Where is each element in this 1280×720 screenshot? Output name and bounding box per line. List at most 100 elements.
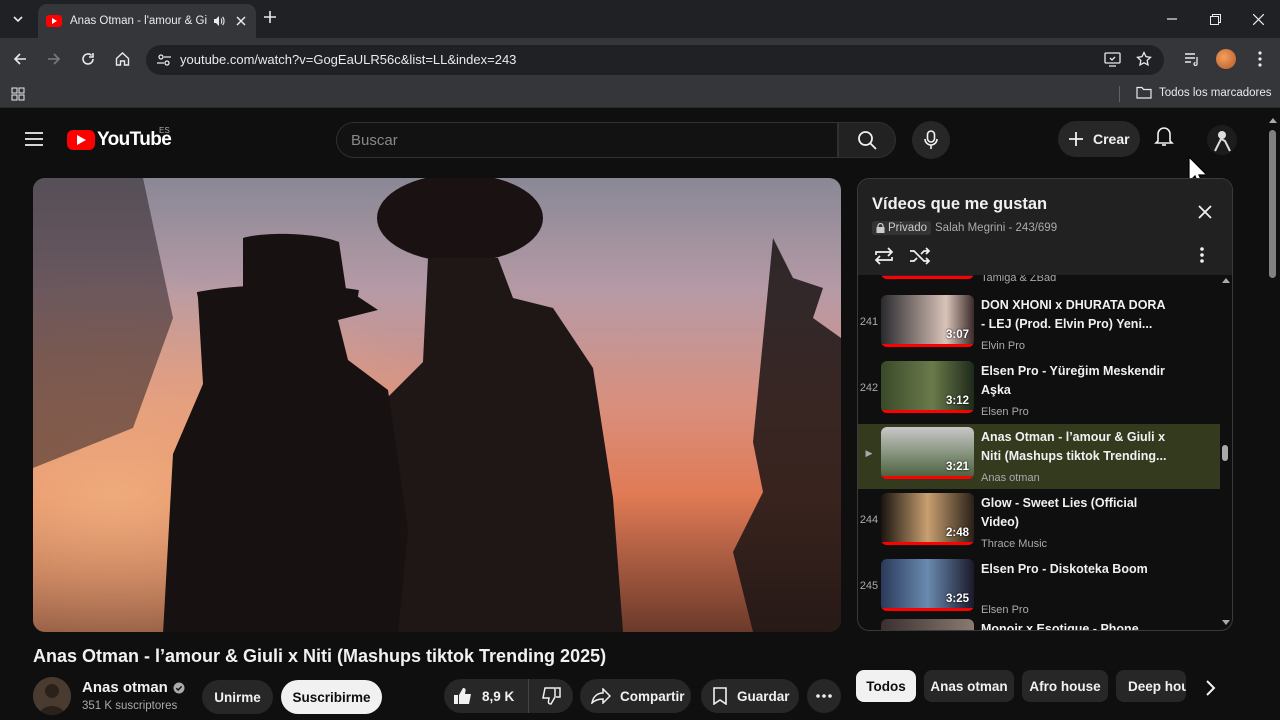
playlist-more-button[interactable] (1200, 247, 1204, 263)
playlist-item-current[interactable]: ▶ 3:21 Anas Otman - l’amour & Giuli x Ni… (858, 424, 1220, 489)
watch-progress-bar (881, 344, 974, 347)
item-channel: Thrace Music (981, 538, 1048, 550)
new-tab-button[interactable] (263, 10, 277, 24)
loop-button[interactable] (873, 246, 895, 266)
item-title: Monoir x Esotique - Phone (981, 622, 1139, 631)
scroll-up-arrow-icon[interactable] (1269, 118, 1277, 123)
arrow-left-icon (13, 53, 26, 65)
save-button[interactable]: Guardar (701, 679, 799, 713)
page-scrollbar-thumb[interactable] (1269, 130, 1276, 278)
close-window-button[interactable] (1236, 0, 1280, 38)
channel-avatar[interactable] (33, 677, 71, 715)
home-button[interactable] (110, 47, 134, 71)
playlist-item-partial[interactable]: Monoir x Esotique - Phone (858, 616, 1220, 631)
youtube-play-icon (67, 130, 95, 150)
bookmark-icon (713, 687, 727, 705)
item-title: Anas Otman - l’amour & Giuli x Niti (Mas… (981, 430, 1167, 463)
create-button[interactable]: Crear (1058, 121, 1140, 157)
browser-tab-active[interactable]: Anas Otman - l'amour & Gi (38, 4, 256, 38)
video-frame-image (33, 178, 841, 632)
channel-name: Anas otman (82, 679, 168, 696)
close-icon (1252, 13, 1264, 25)
playlist-item[interactable]: 241 3:07 DON XHONI x DHURATA DORA - LEJ … (858, 292, 1220, 357)
scroll-up-arrow-icon[interactable] (1222, 278, 1230, 283)
privacy-badge: Privado (872, 221, 931, 235)
video-player[interactable] (33, 178, 841, 632)
minimize-button[interactable] (1150, 0, 1194, 38)
video-thumbnail: 3:21 (881, 427, 974, 479)
watch-progress-bar (881, 476, 974, 479)
bookmarks-divider (1119, 86, 1120, 102)
scroll-down-arrow-icon[interactable] (1222, 620, 1230, 625)
forward-button[interactable] (42, 47, 66, 71)
join-button[interactable]: Unirme (202, 680, 273, 714)
bookmark-star-icon[interactable] (1136, 51, 1152, 67)
item-index: 241 (859, 316, 879, 328)
video-title: Anas Otman - l’amour & Giuli x Niti (Mas… (33, 646, 607, 666)
playlist-item[interactable]: 245 3:25 Elsen Pro - Diskoteka Boom Else… (858, 556, 1220, 621)
like-button[interactable]: 8,9 K (444, 679, 528, 713)
subscribe-button[interactable]: Suscribirme (281, 680, 382, 714)
youtube-logo[interactable]: YouTube ES (67, 126, 172, 151)
back-button[interactable] (8, 47, 32, 71)
folder-icon (1136, 86, 1152, 99)
playlist-item[interactable]: 244 2:48 Glow - Sweet Lies (Official Vid… (858, 490, 1220, 555)
notifications-button[interactable] (1154, 125, 1174, 147)
voice-search-button[interactable] (912, 121, 950, 159)
watch-progress-bar (881, 542, 974, 545)
search-placeholder: Buscar (351, 132, 398, 149)
address-bar[interactable]: youtube.com/watch?v=GogEaULR56c&list=LL&… (146, 45, 1164, 75)
video-thumbnail: 2:48 (881, 493, 974, 545)
item-title: Glow - Sweet Lies (Official Video) (981, 496, 1138, 529)
video-thumbnail: 3:07 (881, 295, 974, 347)
chip-anas-otman[interactable]: Anas otman (924, 670, 1014, 702)
install-app-icon[interactable] (1104, 51, 1122, 67)
playlist-header: Vídeos que me gustan Privado Salah Megri… (858, 179, 1232, 275)
item-title: Elsen Pro - Diskoteka Boom (981, 562, 1148, 576)
playlist-panel: Vídeos que me gustan Privado Salah Megri… (857, 178, 1233, 631)
close-playlist-button[interactable] (1198, 205, 1212, 219)
account-avatar[interactable] (1207, 125, 1237, 155)
channel-name-link[interactable]: Anas otman (82, 679, 185, 696)
guide-menu-icon[interactable] (25, 132, 43, 146)
create-label: Crear (1093, 131, 1130, 147)
playlist-title[interactable]: Vídeos que me gustan (872, 195, 1047, 214)
plus-icon (1069, 132, 1083, 146)
chip-deep-house[interactable]: Deep house (1116, 670, 1186, 702)
site-info-icon[interactable] (156, 52, 172, 68)
all-bookmarks-button[interactable]: Todos los marcadores (1136, 86, 1272, 99)
close-tab-icon[interactable] (236, 16, 246, 26)
channel-avatar-image (33, 677, 71, 715)
restore-button[interactable] (1193, 0, 1237, 38)
minimize-icon (1167, 18, 1177, 20)
reload-button[interactable] (76, 47, 100, 71)
chevron-down-icon (13, 16, 23, 23)
thumbs-up-icon (454, 688, 471, 704)
page-scrollbar[interactable] (1266, 114, 1280, 720)
duration-badge: 3:21 (945, 461, 969, 473)
search-input[interactable]: Buscar (336, 122, 838, 158)
shuffle-icon (910, 247, 931, 265)
chips-next-button[interactable] (1200, 678, 1220, 698)
reading-list-button[interactable] (1180, 47, 1204, 71)
shuffle-button[interactable] (909, 246, 931, 266)
menu-button[interactable] (1248, 47, 1272, 71)
profile-button[interactable] (1214, 47, 1238, 71)
playlist-item-partial[interactable]: Tamiga & ZBad (858, 275, 1220, 289)
share-button[interactable]: Compartir (580, 679, 691, 713)
share-label: Compartir (620, 688, 685, 704)
apps-grid-icon[interactable] (11, 87, 25, 101)
chip-afro-house[interactable]: Afro house (1022, 670, 1108, 702)
chip-all[interactable]: Todos (856, 670, 916, 702)
search-button[interactable] (838, 122, 896, 158)
lock-icon (876, 223, 885, 233)
playlist-item[interactable]: 242 3:12 Elsen Pro - Yüreğim Meskendir A… (858, 358, 1220, 423)
dislike-button[interactable] (528, 679, 573, 713)
speaker-icon[interactable] (212, 14, 226, 28)
more-actions-button[interactable] (807, 679, 841, 713)
playlist-items: Tamiga & ZBad 241 3:07 DON XHONI x DHURA… (858, 275, 1232, 631)
video-thumbnail: 3:25 (881, 559, 974, 611)
tab-search-button[interactable] (6, 8, 30, 30)
privacy-label: Privado (888, 222, 927, 234)
playlist-scrollbar-thumb[interactable] (1222, 445, 1228, 461)
